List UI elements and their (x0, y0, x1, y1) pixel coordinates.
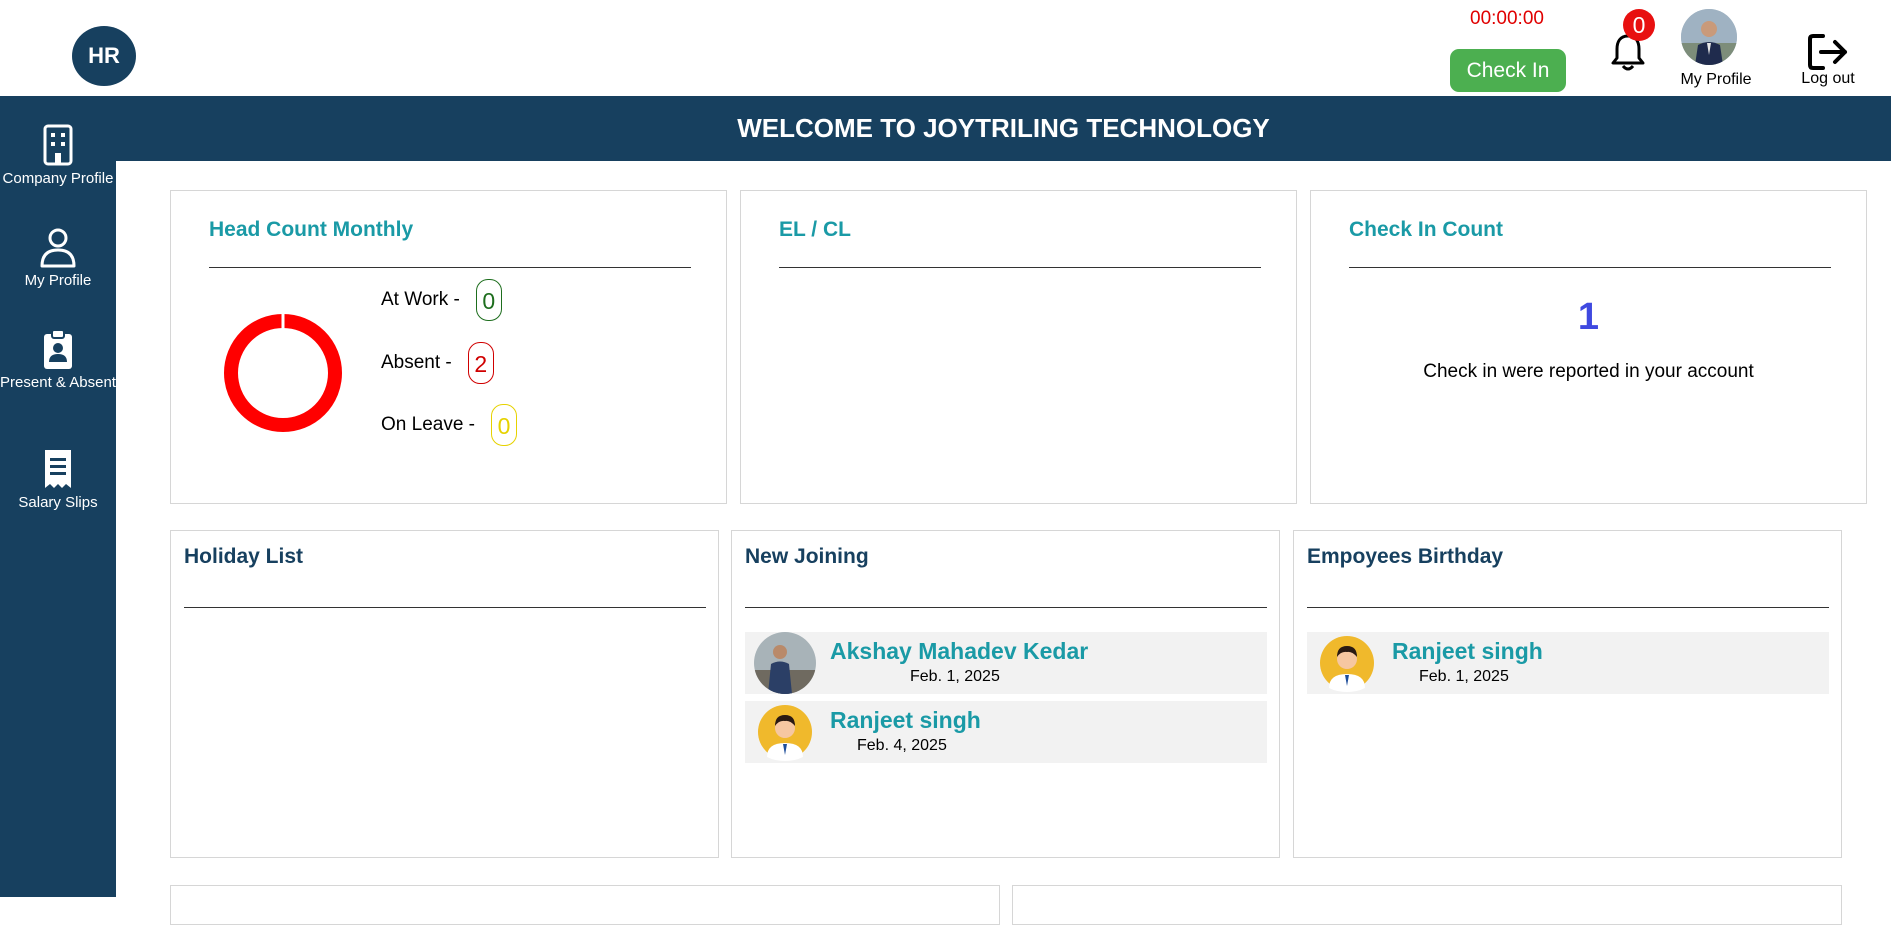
el-cl-title: EL / CL (779, 218, 851, 241)
logout-icon[interactable] (1807, 32, 1851, 72)
person-name[interactable]: Ranjeet singh (830, 707, 981, 734)
list-item[interactable]: Akshay Mahadev Kedar Feb. 1, 2025 (745, 632, 1267, 694)
el-cl-card: EL / CL (740, 190, 1297, 504)
clipboard-user-icon (44, 329, 72, 369)
card-divider (184, 607, 706, 608)
card-divider (1349, 267, 1831, 268)
default-avatar-icon (758, 705, 812, 761)
head-count-card: Head Count Monthly At Work - 0 Absent - … (170, 190, 727, 504)
check-in-count-title: Check In Count (1349, 218, 1504, 241)
card-divider (745, 607, 1267, 608)
avatar (754, 632, 816, 694)
sidebar-item-label: Present & Absent (0, 374, 116, 391)
check-in-count-card: Check In Count 1 Check in were reported … (1310, 190, 1867, 504)
work-timer: 00:00:00 (1470, 8, 1544, 29)
hr-logo-icon: HR (88, 44, 120, 68)
employees-birthday-card: Empoyees Birthday Ranjeet singh Feb. 1, … (1293, 530, 1842, 858)
logout-link[interactable]: Log out (1790, 70, 1866, 88)
list-item[interactable]: Ranjeet singh Feb. 4, 2025 (745, 701, 1267, 763)
employees-birthday-title: Empoyees Birthday (1307, 545, 1504, 568)
card-divider (209, 267, 691, 268)
person-name[interactable]: Akshay Mahadev Kedar (830, 638, 1088, 665)
person-name[interactable]: Ranjeet singh (1392, 638, 1543, 665)
person-photo-icon (754, 632, 816, 694)
user-photo-icon (1681, 9, 1737, 65)
head-count-title: Head Count Monthly (209, 218, 414, 241)
person-date: Feb. 1, 2025 (1419, 668, 1509, 685)
my-profile-link[interactable]: My Profile (1660, 71, 1772, 89)
sidebar-item-present-absent[interactable]: Present & Absent (0, 328, 116, 391)
hr-logo[interactable]: HR (72, 26, 136, 86)
receipt-icon (45, 450, 71, 488)
absent-label: Absent - (381, 352, 452, 373)
sidebar-item-my-profile[interactable]: My Profile (0, 226, 116, 289)
at-work-count: 0 (475, 279, 502, 321)
sidebar-item-label: Company Profile (2, 170, 114, 187)
default-avatar-icon (1320, 636, 1374, 692)
check-in-count-text: Check in were reported in your account (1423, 361, 1754, 382)
holiday-list-card: Holiday List (170, 530, 719, 858)
new-joining-card: New Joining Akshay Mahadev Kedar Feb. 1,… (731, 530, 1280, 858)
absent-count: 2 (467, 342, 494, 384)
welcome-title: WELCOME TO JOYTRILING TECHNOLOGY (737, 113, 1270, 143)
user-avatar[interactable] (1681, 9, 1737, 65)
user-icon (40, 228, 76, 268)
building-icon (43, 124, 73, 166)
welcome-banner: WELCOME TO JOYTRILING TECHNOLOGY (116, 96, 1891, 161)
svg-text:HR: HR (88, 44, 120, 68)
bottom-left-card (170, 885, 1000, 925)
sidebar-item-label: Salary Slips (18, 494, 98, 511)
at-work-label: At Work - (381, 289, 460, 310)
holiday-list-title: Holiday List (184, 545, 304, 568)
on-leave-count: 0 (491, 404, 517, 446)
check-in-count-value: 1 (1577, 296, 1600, 338)
check-in-button[interactable]: Check In (1450, 49, 1566, 92)
notification-badge[interactable]: 0 (1623, 9, 1655, 41)
sidebar: Company Profile My Profile Present & Abs… (0, 96, 116, 897)
card-divider (1307, 607, 1829, 608)
list-item[interactable]: Ranjeet singh Feb. 1, 2025 (1307, 632, 1829, 694)
head-count-donut-chart (224, 313, 342, 432)
sidebar-item-salary-slips[interactable]: Salary Slips (0, 448, 116, 511)
donut-absent-segment (224, 314, 342, 432)
bottom-right-card (1012, 885, 1842, 925)
person-date: Feb. 1, 2025 (910, 668, 1000, 685)
avatar (1316, 632, 1378, 694)
card-divider (779, 267, 1261, 268)
new-joining-title: New Joining (745, 545, 869, 568)
absent-stat: Absent - 2 (381, 342, 494, 384)
on-leave-label: On Leave - (381, 414, 475, 435)
sidebar-item-company-profile[interactable]: Company Profile (0, 124, 116, 187)
avatar (754, 701, 816, 763)
sidebar-item-label: My Profile (24, 272, 92, 289)
person-date: Feb. 4, 2025 (857, 737, 947, 754)
on-leave-stat: On Leave - 0 (381, 404, 517, 446)
top-bar: HR 00:00:00 Check In 0 My Profile Log ou… (0, 0, 1891, 96)
at-work-stat: At Work - 0 (381, 279, 502, 321)
